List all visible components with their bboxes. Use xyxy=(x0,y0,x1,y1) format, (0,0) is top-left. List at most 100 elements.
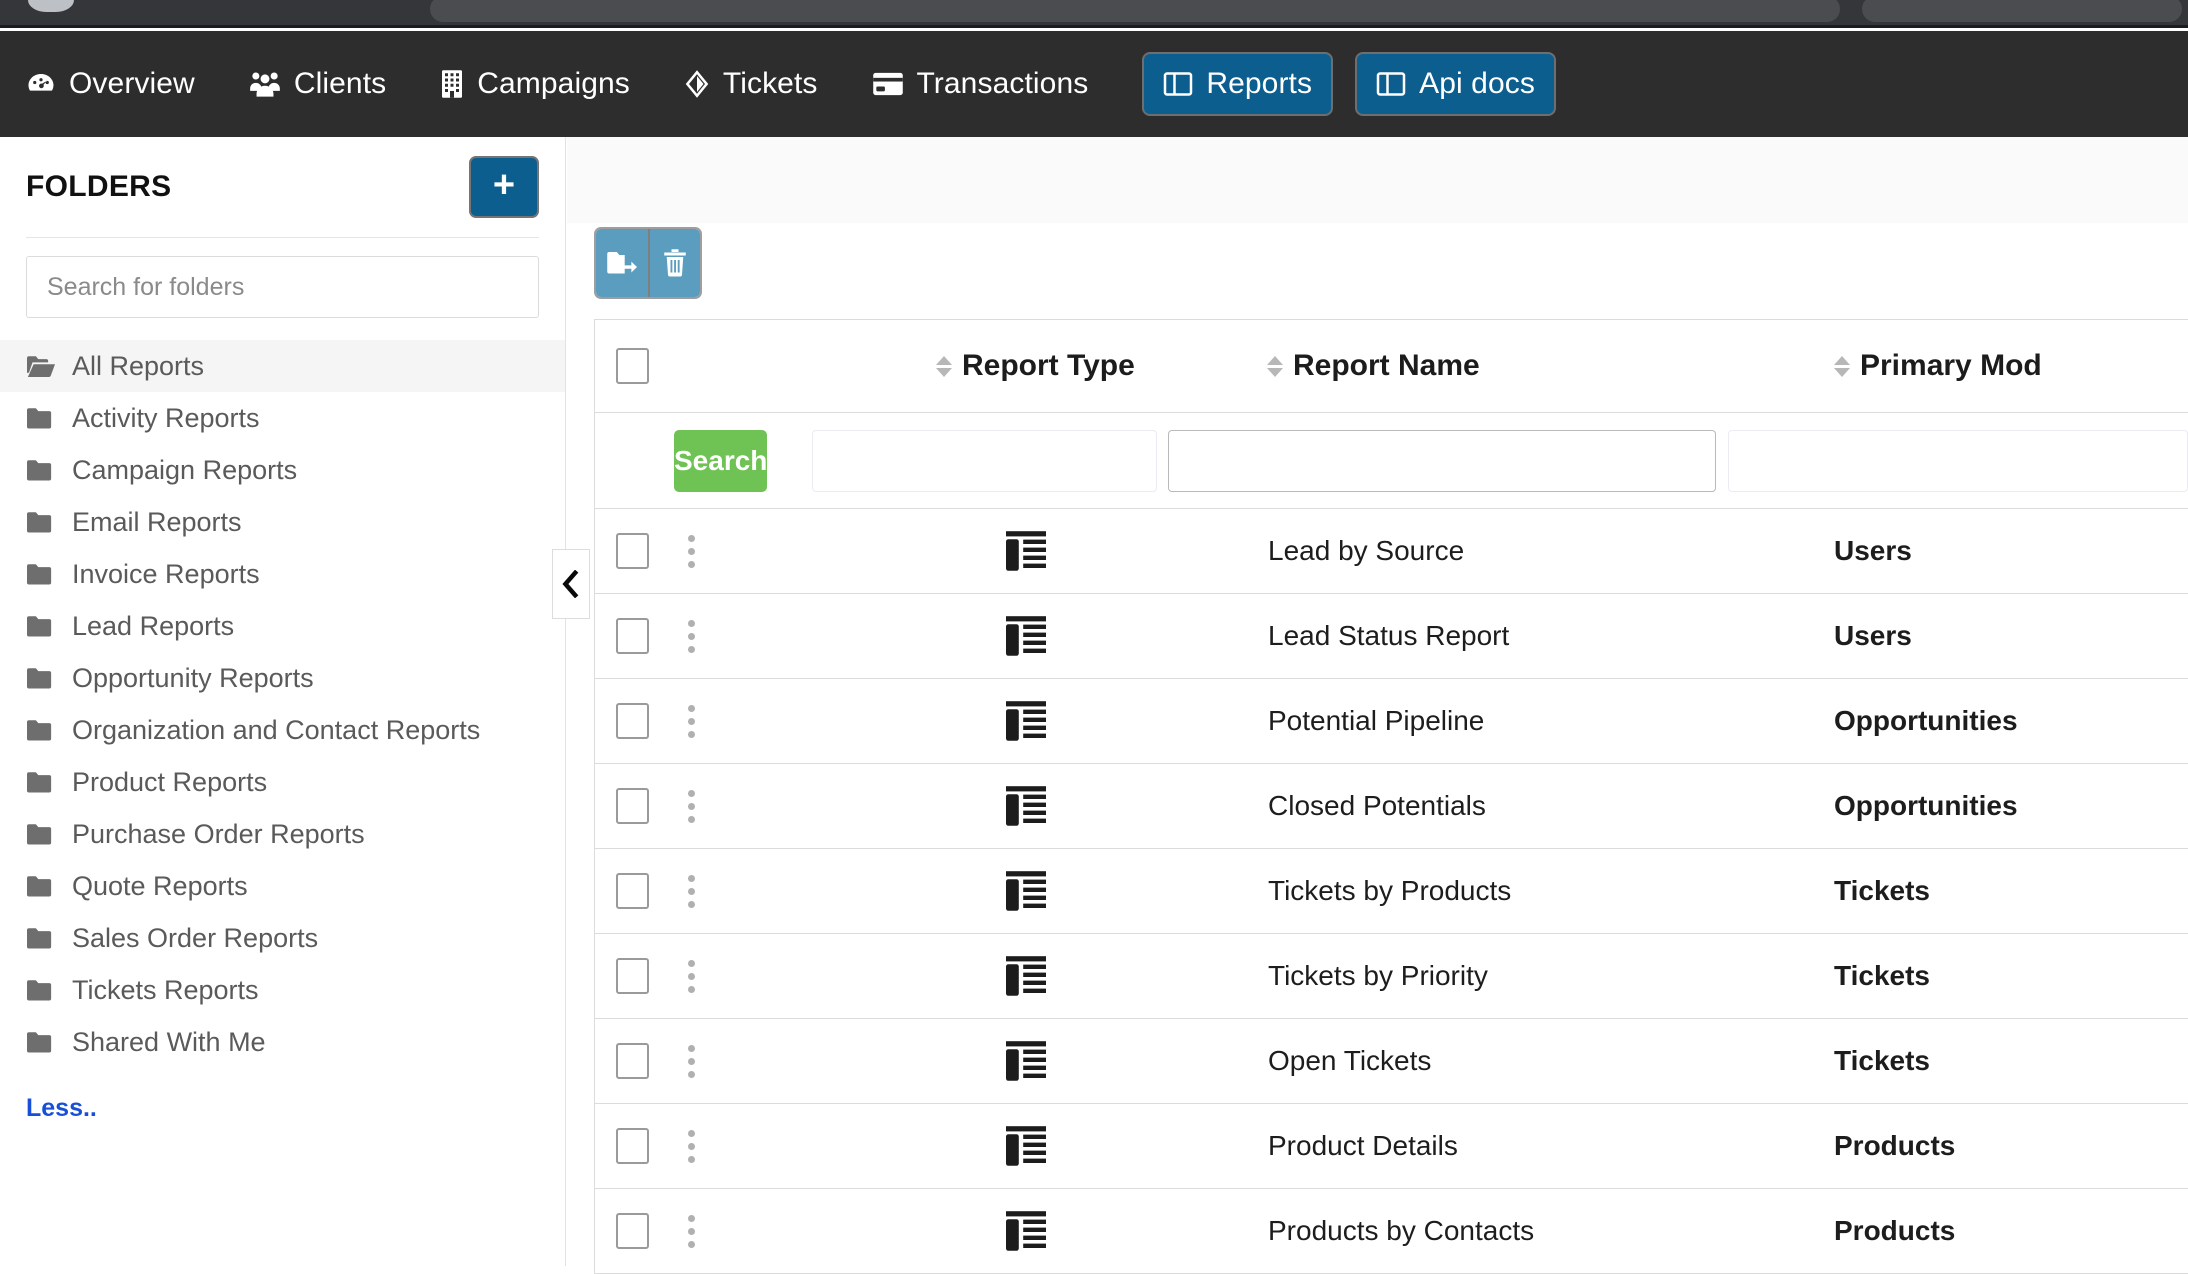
row-actions-kebab-icon[interactable] xyxy=(687,789,695,823)
nav-item-campaigns[interactable]: Campaigns xyxy=(440,67,630,101)
folder-icon xyxy=(26,1030,56,1054)
sidebar-collapse-handle[interactable] xyxy=(552,549,590,619)
sidebar-item-all-reports[interactable]: All Reports xyxy=(0,340,565,392)
filter-input-report-type[interactable] xyxy=(812,429,1158,492)
move-to-folder-button[interactable] xyxy=(596,229,648,297)
nav-item-api-docs[interactable]: Api docs xyxy=(1355,52,1556,116)
primary-module-value: Users xyxy=(1834,620,1912,651)
column-header-label: Primary Mod xyxy=(1860,349,2042,382)
row-checkbox[interactable] xyxy=(616,533,649,569)
row-checkbox[interactable] xyxy=(616,1213,649,1249)
sidebar-item-label: Activity Reports xyxy=(72,402,260,433)
nav-item-transactions[interactable]: Transactions xyxy=(872,67,1089,101)
report-name-link[interactable]: Tickets by Products xyxy=(1268,875,1511,907)
folder-icon xyxy=(26,926,56,950)
column-header-report-name[interactable]: Report Name xyxy=(1232,349,1792,383)
sidebar-item-label: Quote Reports xyxy=(72,870,248,901)
primary-module-value: Tickets xyxy=(1834,1045,1930,1076)
report-name-link[interactable]: Closed Potentials xyxy=(1268,790,1486,822)
browser-tab[interactable] xyxy=(28,0,74,12)
sort-icon[interactable] xyxy=(936,355,952,377)
browser-address-bar[interactable] xyxy=(430,0,1840,22)
sidebar-item-invoice-reports[interactable]: Invoice Reports xyxy=(0,548,565,600)
report-name-link[interactable]: Potential Pipeline xyxy=(1268,705,1484,737)
row-menu-cell xyxy=(670,874,712,908)
report-name-link[interactable]: Lead by Source xyxy=(1268,535,1464,567)
report-name-link[interactable]: Lead Status Report xyxy=(1268,620,1509,652)
row-checkbox[interactable] xyxy=(616,1043,649,1079)
sidebar-item-email-reports[interactable]: Email Reports xyxy=(0,496,565,548)
sort-icon[interactable] xyxy=(1267,355,1283,377)
search-button[interactable]: Search xyxy=(674,429,768,492)
tabular-report-icon xyxy=(1004,1040,1048,1082)
nav-item-tickets[interactable]: Tickets xyxy=(684,67,818,101)
nav-item-label: Reports xyxy=(1206,67,1313,100)
sidebar-item-shared-with-me[interactable]: Shared With Me xyxy=(0,1016,565,1068)
add-folder-button[interactable]: + xyxy=(469,156,539,218)
row-menu-cell xyxy=(670,1129,712,1163)
sidebar-item-activity-reports[interactable]: Activity Reports xyxy=(0,392,565,444)
folder-search-input[interactable] xyxy=(26,256,539,318)
sidebar-item-lead-reports[interactable]: Lead Reports xyxy=(0,600,565,652)
table-row[interactable]: Closed Potentials Opportunities xyxy=(595,764,2188,849)
cell-primary-module: Opportunities xyxy=(1792,705,2188,737)
row-checkbox[interactable] xyxy=(616,958,649,994)
row-checkbox[interactable] xyxy=(616,618,649,654)
row-actions-kebab-icon[interactable] xyxy=(687,959,695,993)
cell-report-type xyxy=(712,1040,1232,1082)
report-name-link[interactable]: Products by Contacts xyxy=(1268,1215,1534,1247)
table-row[interactable]: Tickets by Products Tickets xyxy=(595,849,2188,934)
table-row[interactable]: Open Tickets Tickets xyxy=(595,1019,2188,1104)
browser-secondary-bar[interactable] xyxy=(1862,0,2182,22)
table-row[interactable]: Products by Contacts Products xyxy=(595,1189,2188,1274)
table-row[interactable]: Lead by Source Users xyxy=(595,509,2188,594)
sidebar-item-product-reports[interactable]: Product Reports xyxy=(0,756,565,808)
chevron-left-icon xyxy=(561,570,581,598)
cell-primary-module: Users xyxy=(1792,535,2188,567)
table-row[interactable]: Potential Pipeline Opportunities xyxy=(595,679,2188,764)
filter-input-report-name[interactable] xyxy=(1168,429,1716,492)
cell-report-type xyxy=(712,870,1232,912)
row-checkbox[interactable] xyxy=(616,873,649,909)
sidebar-item-organization-and-contact-reports[interactable]: Organization and Contact Reports xyxy=(0,704,565,756)
row-actions-kebab-icon[interactable] xyxy=(687,534,695,568)
table-row[interactable]: Lead Status Report Users xyxy=(595,594,2188,679)
sidebar-item-purchase-order-reports[interactable]: Purchase Order Reports xyxy=(0,808,565,860)
sidebar-item-sales-order-reports[interactable]: Sales Order Reports xyxy=(0,912,565,964)
tabular-report-icon xyxy=(1004,530,1048,572)
select-all-checkbox[interactable] xyxy=(616,348,649,384)
nav-item-reports[interactable]: Reports xyxy=(1142,52,1334,116)
less-link[interactable]: Less.. xyxy=(26,1094,97,1123)
row-checkbox[interactable] xyxy=(616,703,649,739)
nav-item-overview[interactable]: Overview xyxy=(26,67,195,101)
row-actions-kebab-icon[interactable] xyxy=(687,619,695,653)
row-actions-kebab-icon[interactable] xyxy=(687,704,695,738)
column-header-report-type[interactable]: Report Type xyxy=(712,349,1232,383)
reports-main-panel: Report Type Report Name Primary Mod Sear… xyxy=(567,137,2188,1274)
sidebar-item-tickets-reports[interactable]: Tickets Reports xyxy=(0,964,565,1016)
sidebar-item-opportunity-reports[interactable]: Opportunity Reports xyxy=(0,652,565,704)
bulk-action-toolbar xyxy=(594,227,702,299)
sort-icon[interactable] xyxy=(1834,355,1850,377)
cell-primary-module: Tickets xyxy=(1792,875,2188,907)
row-checkbox[interactable] xyxy=(616,1128,649,1164)
table-row[interactable]: Product Details Products xyxy=(595,1104,2188,1189)
row-actions-kebab-icon[interactable] xyxy=(687,874,695,908)
cell-primary-module: Opportunities xyxy=(1792,790,2188,822)
cell-report-type xyxy=(712,1125,1232,1167)
table-row[interactable]: Tickets by Priority Tickets xyxy=(595,934,2188,1019)
report-name-link[interactable]: Tickets by Priority xyxy=(1268,960,1488,992)
report-name-link[interactable]: Open Tickets xyxy=(1268,1045,1431,1077)
nav-item-clients[interactable]: Clients xyxy=(249,67,386,101)
row-select-cell xyxy=(595,1128,670,1164)
delete-button[interactable] xyxy=(648,229,700,297)
column-header-primary-module[interactable]: Primary Mod xyxy=(1792,349,2188,383)
row-actions-kebab-icon[interactable] xyxy=(687,1129,695,1163)
sidebar-item-quote-reports[interactable]: Quote Reports xyxy=(0,860,565,912)
row-checkbox[interactable] xyxy=(616,788,649,824)
row-actions-kebab-icon[interactable] xyxy=(687,1214,695,1248)
sidebar-item-campaign-reports[interactable]: Campaign Reports xyxy=(0,444,565,496)
filter-input-primary-module[interactable] xyxy=(1728,429,2188,492)
row-actions-kebab-icon[interactable] xyxy=(687,1044,695,1078)
report-name-link[interactable]: Product Details xyxy=(1268,1130,1458,1162)
